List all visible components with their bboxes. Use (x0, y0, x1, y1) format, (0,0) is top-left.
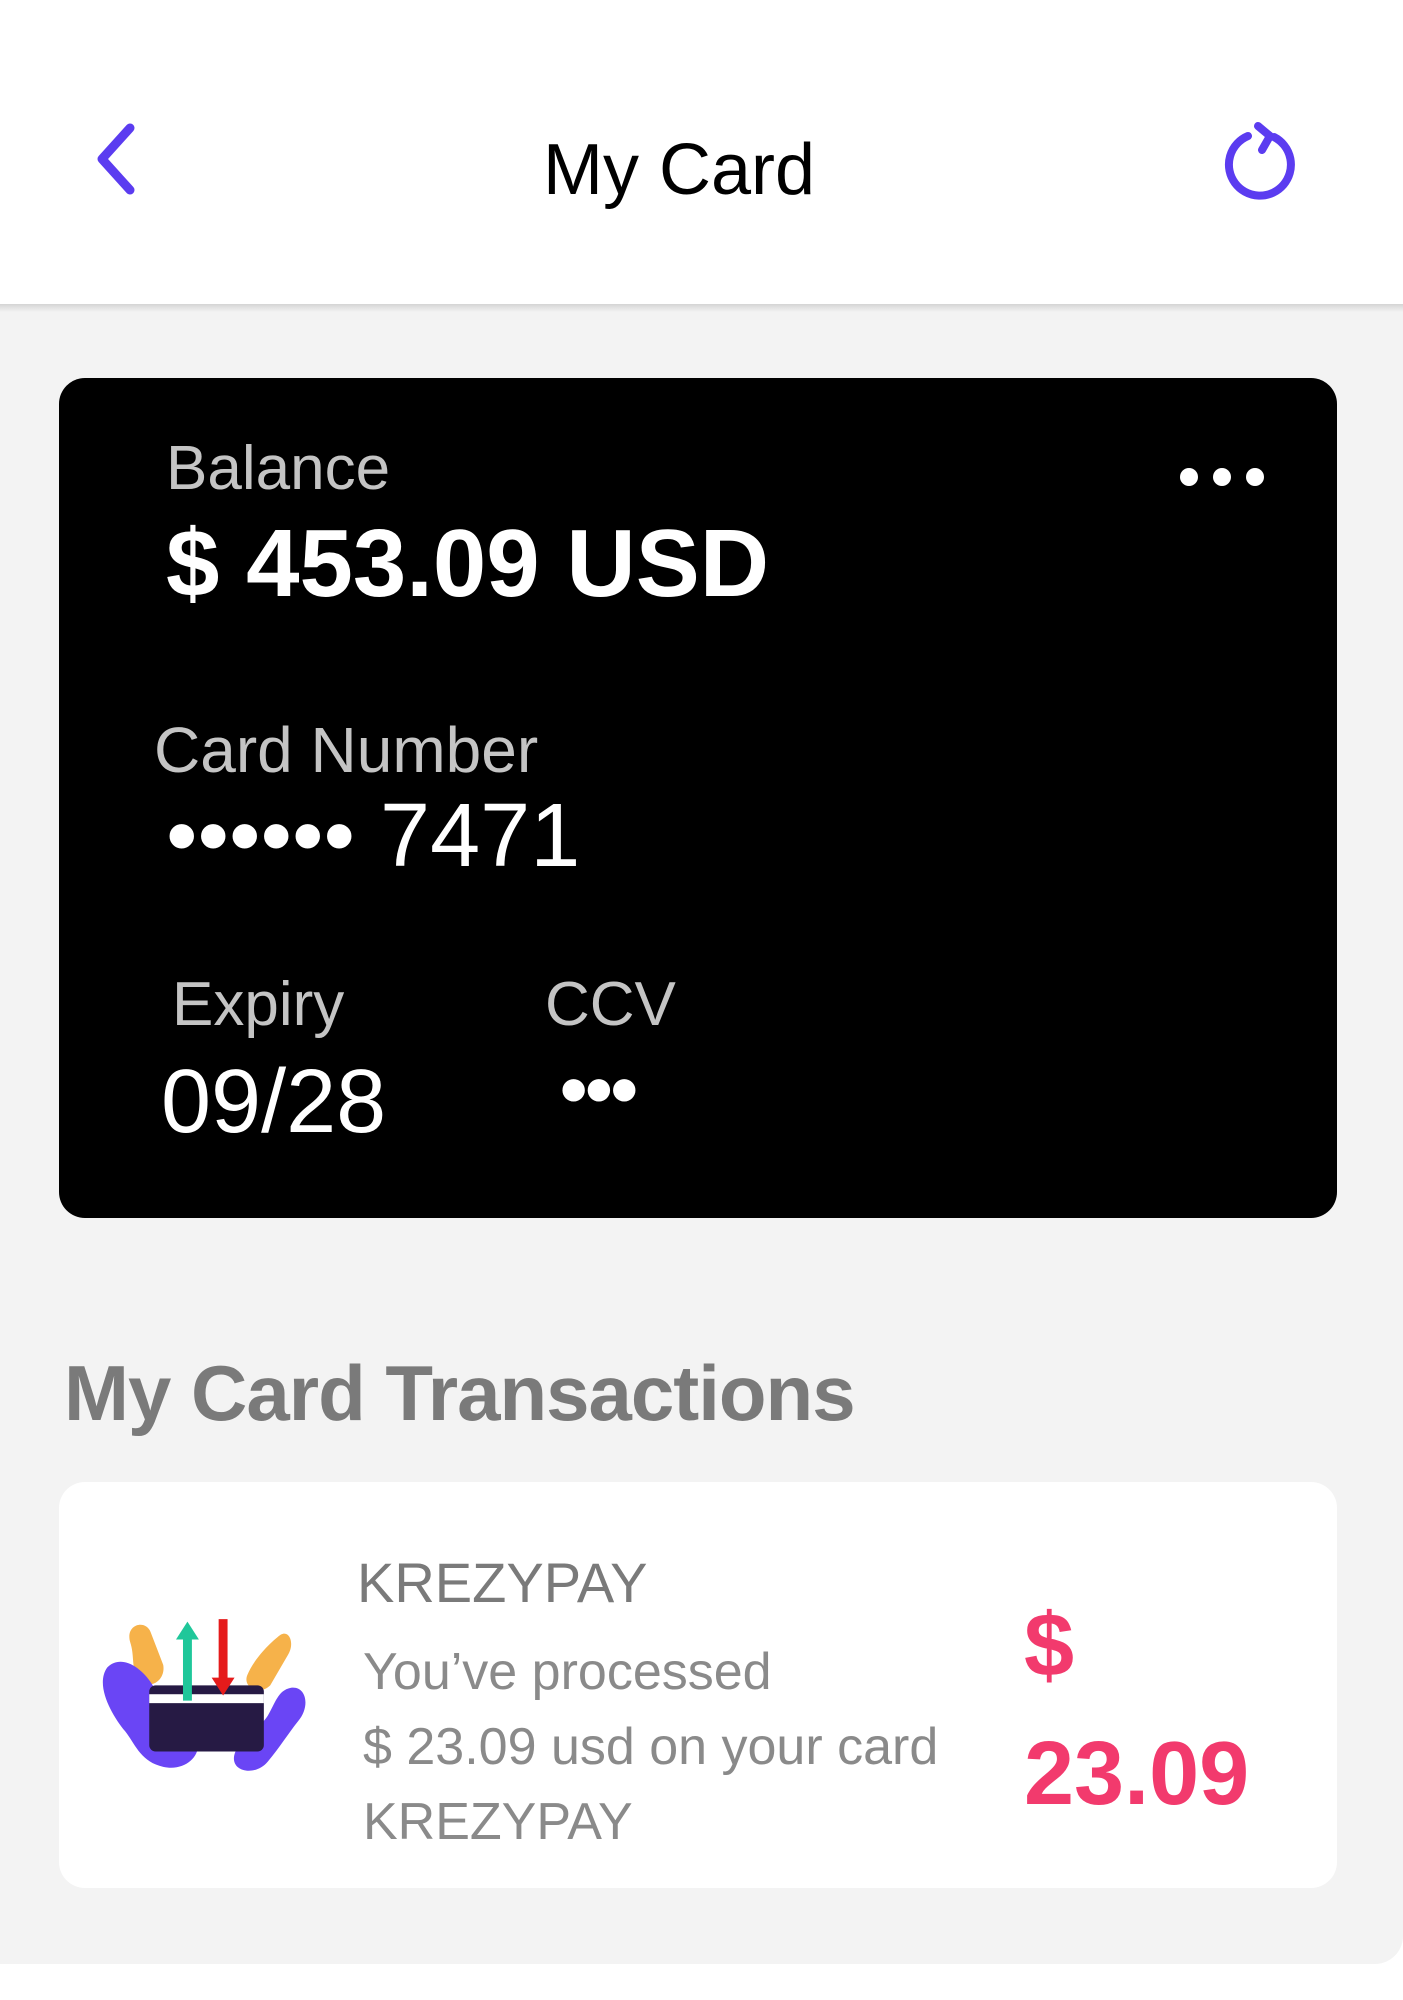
transaction-description-line: $ 23.09 usd on your card (363, 1718, 939, 1776)
refresh-button[interactable] (1218, 120, 1302, 204)
card-transfer-icon (102, 1614, 306, 1777)
expiry-label: Expiry (172, 970, 345, 1039)
transaction-description: You’ve processed $ 23.09 usd on your car… (363, 1635, 938, 1860)
refresh-icon (1224, 122, 1295, 200)
page-title: My Card (542, 130, 816, 210)
header-divider (0, 304, 1403, 312)
transaction-description-line: KREZYPAY (363, 1793, 633, 1851)
balance-value: $ 453.09 USD (166, 510, 770, 617)
ccv-value: ••• (560, 1045, 638, 1133)
app-header: My Card (0, 0, 1403, 304)
balance-card: Balance $ 453.09 USD Card Number •••••• … (59, 378, 1337, 1218)
balance-label: Balance (166, 434, 391, 503)
transaction-item[interactable]: KREZYPAY You’ve processed $ 23.09 usd on… (59, 1482, 1337, 1888)
chevron-left-icon (97, 123, 135, 195)
transaction-merchant: KREZYPAY (357, 1551, 648, 1614)
card-number-value: •••••• 7471 (166, 786, 581, 886)
expiry-value: 09/28 (161, 1052, 387, 1152)
ccv-label: CCV (545, 970, 676, 1039)
more-horizontal-icon-dot (1246, 468, 1264, 486)
transaction-amount: $ 23.09 (1024, 1596, 1250, 1824)
card-menu-button[interactable] (1177, 460, 1267, 494)
card-number-label: Card Number (154, 714, 539, 786)
more-horizontal-icon-dot (1213, 468, 1231, 486)
more-horizontal-icon (1180, 468, 1198, 486)
back-button[interactable] (92, 118, 142, 200)
transactions-title: My Card Transactions (64, 1349, 856, 1437)
transaction-description-line: You’ve processed (363, 1643, 772, 1701)
